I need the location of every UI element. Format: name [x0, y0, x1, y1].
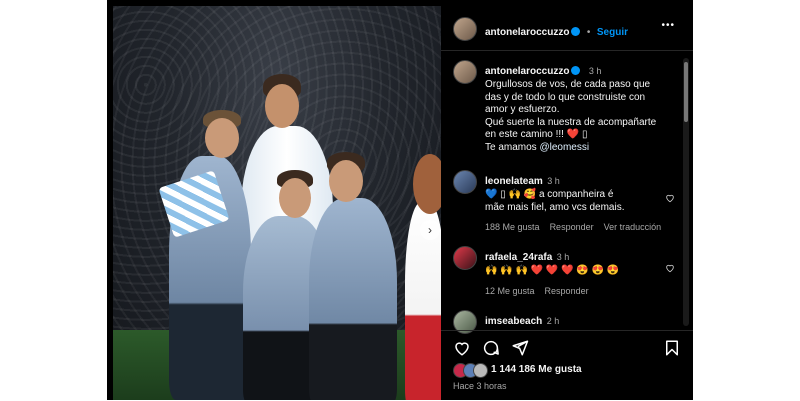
comment-text: mãe mais fiel, amo vcs demais.	[485, 201, 625, 213]
comment-avatar[interactable]	[453, 246, 477, 270]
caption-avatar[interactable]	[453, 60, 477, 84]
child-head-middle	[279, 178, 311, 218]
caption-line: das y de todo lo que construiste con	[485, 91, 646, 103]
comment-username[interactable]: rafaela_24rafa	[485, 252, 552, 263]
comment-time: 3 h	[556, 252, 570, 262]
scrollbar-thumb[interactable]	[684, 62, 688, 122]
more-options-icon[interactable]: •••	[661, 20, 675, 31]
comments-panel: antonelaroccuzzo • Seguir ••• antonelaro…	[441, 0, 693, 400]
comment: rafaela_24rafa 3 h 🙌 🙌 🙌 ❤️ ❤️ ❤️ 😍 😍 😍 …	[485, 247, 665, 296]
comment: leonelateam 3 h 💙 ▯ 🙌 🥰 a companheira é …	[485, 171, 665, 232]
avatar[interactable]	[453, 17, 477, 41]
author-username[interactable]: antonelaroccuzzo	[485, 27, 569, 38]
comment: imseabeach 2 h	[485, 311, 665, 328]
post-time-ago[interactable]: Hace 3 horas	[453, 381, 507, 391]
comment-likes[interactable]: 12 Me gusta	[485, 286, 535, 296]
comment-avatar[interactable]	[453, 170, 477, 194]
post-modal: › antonelaroccuzzo • Seguir ••• antonela…	[107, 0, 693, 400]
comment-likes[interactable]: 188 Me gusta	[485, 222, 540, 232]
post-photo[interactable]: ›	[113, 6, 441, 400]
reply-button[interactable]: Responder	[545, 286, 589, 296]
liked-by-avatars[interactable]	[453, 363, 493, 378]
comment-username[interactable]: leonelateam	[485, 176, 543, 187]
chevron-right-icon: ›	[428, 223, 432, 237]
caption-line: Qué suerte la nuestra de acompañarte	[485, 116, 657, 128]
comment-like-heart-icon[interactable]	[665, 263, 675, 273]
caption-line: Te amamos	[485, 141, 537, 153]
caption: antonelaroccuzzo 3 h Orgullosos de vos, …	[485, 61, 681, 154]
caption-username[interactable]: antonelaroccuzzo	[485, 66, 569, 77]
scrollbar[interactable]	[683, 58, 689, 326]
caption-line: amor y esfuerzo.	[485, 104, 560, 115]
heart-icon[interactable]	[453, 339, 471, 357]
follow-button[interactable]: Seguir	[597, 27, 628, 38]
child-head-left	[205, 118, 239, 158]
comment-icon[interactable]	[482, 339, 500, 357]
translate-button[interactable]: Ver traducción	[604, 222, 662, 232]
separator-dot: •	[586, 27, 591, 38]
comment-time: 3 h	[547, 176, 560, 186]
share-icon[interactable]	[511, 339, 529, 357]
next-photo-button[interactable]: ›	[420, 220, 440, 240]
liker-avatar	[473, 363, 488, 378]
post-header: antonelaroccuzzo • Seguir •••	[441, 6, 693, 51]
comment-username[interactable]: imseabeach	[485, 316, 542, 327]
caption-line: Orgullosos de vos, de cada paso que	[485, 79, 651, 90]
comment-time: 2 h	[546, 316, 560, 326]
caption-time: 3 h	[588, 66, 602, 76]
caption-last-line: Te amamos @leomessi	[485, 142, 681, 155]
likes-count[interactable]: 1 144 186 Me gusta	[491, 364, 582, 375]
comment-text: 🙌 🙌 🙌 ❤️ ❤️ ❤️ 😍 😍 😍	[485, 265, 620, 276]
player-head	[265, 84, 299, 128]
mention-link[interactable]: @leomessi	[539, 142, 589, 153]
verified-badge-icon	[571, 27, 581, 36]
child-figure-right	[309, 198, 397, 400]
verified-badge-icon	[571, 66, 581, 75]
reply-button[interactable]: Responder	[550, 222, 594, 232]
post-actions: 1 144 186 Me gusta Hace 3 horas	[441, 330, 693, 401]
caption-line: en este camino !!! ❤️ ▯	[485, 129, 588, 140]
child-head-right	[329, 160, 363, 202]
comment-like-heart-icon[interactable]	[665, 193, 675, 203]
comment-text: 💙 ▯ 🙌 🥰 a companheira é	[485, 189, 614, 200]
girl-hair	[413, 154, 441, 214]
bookmark-icon[interactable]	[663, 339, 681, 357]
